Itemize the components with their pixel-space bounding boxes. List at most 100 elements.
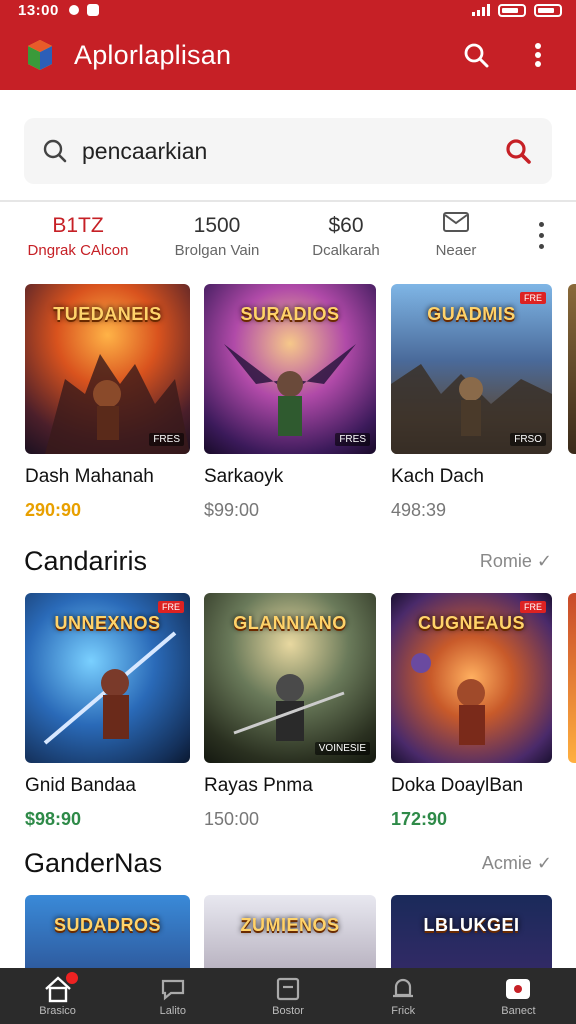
search-icon (506, 139, 531, 164)
game-thumbnail: LBLUKGEI (391, 895, 552, 968)
stats-row: B1TZ Dngrak CAlcon 1500 Brolgan Vain $60… (0, 212, 576, 272)
status-time: 13:00 (18, 1, 59, 19)
more-options-button[interactable] (522, 39, 554, 71)
section-header: Candariris Romie ✓ (24, 546, 552, 577)
game-art-title: GUADMIS (427, 304, 516, 324)
nav-item-notifications[interactable]: Frick (346, 968, 461, 1024)
stat-label: Dcalkarah (312, 242, 380, 259)
game-art-title: SURADIOS (240, 304, 340, 324)
game-badge: FRES (149, 433, 184, 446)
game-price: 498:39 (391, 500, 447, 520)
nav-label: Bostor (272, 1005, 304, 1017)
chat-icon (161, 979, 184, 1001)
game-name: Rayas Pnma (204, 775, 313, 796)
game-card[interactable]: SUDADROS (25, 895, 190, 968)
signal-icon (472, 4, 490, 16)
section-title: Candariris (24, 546, 148, 576)
nav-item-games[interactable]: Banect (461, 968, 576, 1024)
battery-icon-secondary (534, 3, 562, 17)
more-vertical-icon (535, 43, 541, 67)
search-input[interactable] (82, 137, 502, 165)
app-bar: Aplorlaplisan (0, 20, 576, 90)
stat-tab-3[interactable]: $60 Dcalkarah (296, 212, 396, 259)
game-price: 172:90 (391, 809, 448, 829)
game-name: Sarkaoyk (204, 466, 284, 487)
stats-more-button[interactable] (534, 212, 548, 249)
nav-label: Brasico (39, 1005, 76, 1017)
section-header: GanderNas Acmie ✓ (24, 848, 552, 879)
section-more-label: Acmie (481, 853, 532, 873)
game-name: Kach Dach (391, 466, 484, 487)
notification-dot-icon (68, 5, 79, 15)
mail-icon (414, 212, 498, 240)
game-thumbnail: GLANNIANO VOINESIE (204, 593, 376, 763)
game-thumbnail: TUEDANEIS FRES (25, 284, 190, 454)
game-name: Doka DoaylBan (391, 775, 524, 796)
game-art-title: ZUMIENOS (240, 915, 340, 935)
game-badge: VOINESIE (314, 742, 370, 755)
search-icon (43, 139, 67, 163)
search-bar (24, 118, 552, 184)
divider (0, 200, 576, 202)
game-thumbnail: SURADIOS FRES (204, 284, 376, 454)
app-notification-icon (86, 4, 99, 16)
stat-label: Dngrak CAlcon (27, 242, 129, 259)
game-art-title: CUGNEAUS (417, 613, 525, 633)
stat-tab-4[interactable]: Neaer (414, 212, 498, 259)
search-button[interactable] (460, 39, 492, 71)
game-thumbnail: SUDADROS (25, 895, 190, 968)
game-thumbnail: GUADMIS FRE FRSO (391, 284, 552, 454)
game-icon (506, 979, 531, 999)
battery-icon (498, 3, 526, 17)
bottom-navigation: Brasico Lalito Bostor Frick Banect (0, 968, 576, 1024)
game-thumbnail: CUGNEAUS FRE (391, 593, 552, 763)
search-icon (464, 43, 489, 68)
game-price: $99:00 (204, 500, 260, 520)
nav-item-chat[interactable]: Lalito (115, 968, 230, 1024)
stat-value: B1TZ (52, 214, 104, 237)
nav-label: Banect (501, 1005, 536, 1017)
game-art-title: SUDADROS (53, 915, 161, 935)
nav-label: Lalito (159, 1005, 186, 1017)
next-card-peek (568, 593, 576, 763)
game-card[interactable]: CUGNEAUS FRE Doka DoaylBan 172:90 (391, 593, 552, 830)
game-flag: FRE (158, 601, 184, 613)
game-thumbnail: ZUMIENOS (204, 895, 376, 968)
section-title: GanderNas (24, 848, 163, 878)
search-submit-button[interactable] (502, 135, 534, 167)
game-art-title: GLANNIANO (233, 613, 347, 633)
stat-tab-1[interactable]: B1TZ Dngrak CAlcon (18, 212, 138, 259)
game-art-title: LBLUKGEI (423, 915, 520, 935)
game-card[interactable]: GLANNIANO VOINESIE Rayas Pnma 150:00 (204, 593, 376, 830)
app-logo-icon (28, 40, 52, 70)
stat-label: Brolgan Vain (174, 242, 260, 259)
game-card[interactable]: SURADIOS FRES Sarkaoyk $99:00 (204, 284, 376, 521)
box-icon (276, 977, 300, 1001)
stat-value: 1500 (193, 214, 241, 237)
game-card[interactable]: GUADMIS FRE FRSO Kach Dach 498:39 (391, 284, 552, 521)
section-more-link[interactable]: Acmie ✓ (482, 853, 552, 874)
game-thumbnail: UNNEXNOS FRE (25, 593, 190, 763)
game-price: $98:90 (25, 809, 82, 829)
app-header: 13:00 Aplorlaplisan (0, 0, 576, 90)
game-badge: FRES (335, 433, 370, 446)
game-price: 150:00 (204, 809, 260, 829)
stat-tab-2[interactable]: 1500 Brolgan Vain (162, 212, 272, 259)
game-flag: FRE (520, 601, 546, 613)
stat-value: $60 (328, 214, 364, 237)
game-card[interactable]: UNNEXNOS FRE Gnid Bandaa $98:90 (25, 593, 190, 830)
nav-item-home[interactable]: Brasico (0, 968, 115, 1024)
game-card[interactable]: LBLUKGEI (391, 895, 552, 968)
game-card[interactable]: TUEDANEIS FRES Dash Mahanah 290:90 (25, 284, 190, 521)
game-badge: FRSO (510, 433, 546, 446)
game-art-title: TUEDANEIS (53, 304, 162, 324)
game-price: 290:90 (25, 500, 82, 520)
game-flag: FRE (520, 292, 546, 304)
section-more-label: Romie (479, 551, 532, 571)
stat-label: Neaer (435, 242, 477, 259)
game-card[interactable]: ZUMIENOS (204, 895, 376, 968)
nav-label: Frick (391, 1005, 416, 1017)
section-more-link[interactable]: Romie ✓ (480, 551, 552, 572)
nav-item-box[interactable]: Bostor (230, 968, 345, 1024)
status-bar: 13:00 (0, 0, 576, 20)
